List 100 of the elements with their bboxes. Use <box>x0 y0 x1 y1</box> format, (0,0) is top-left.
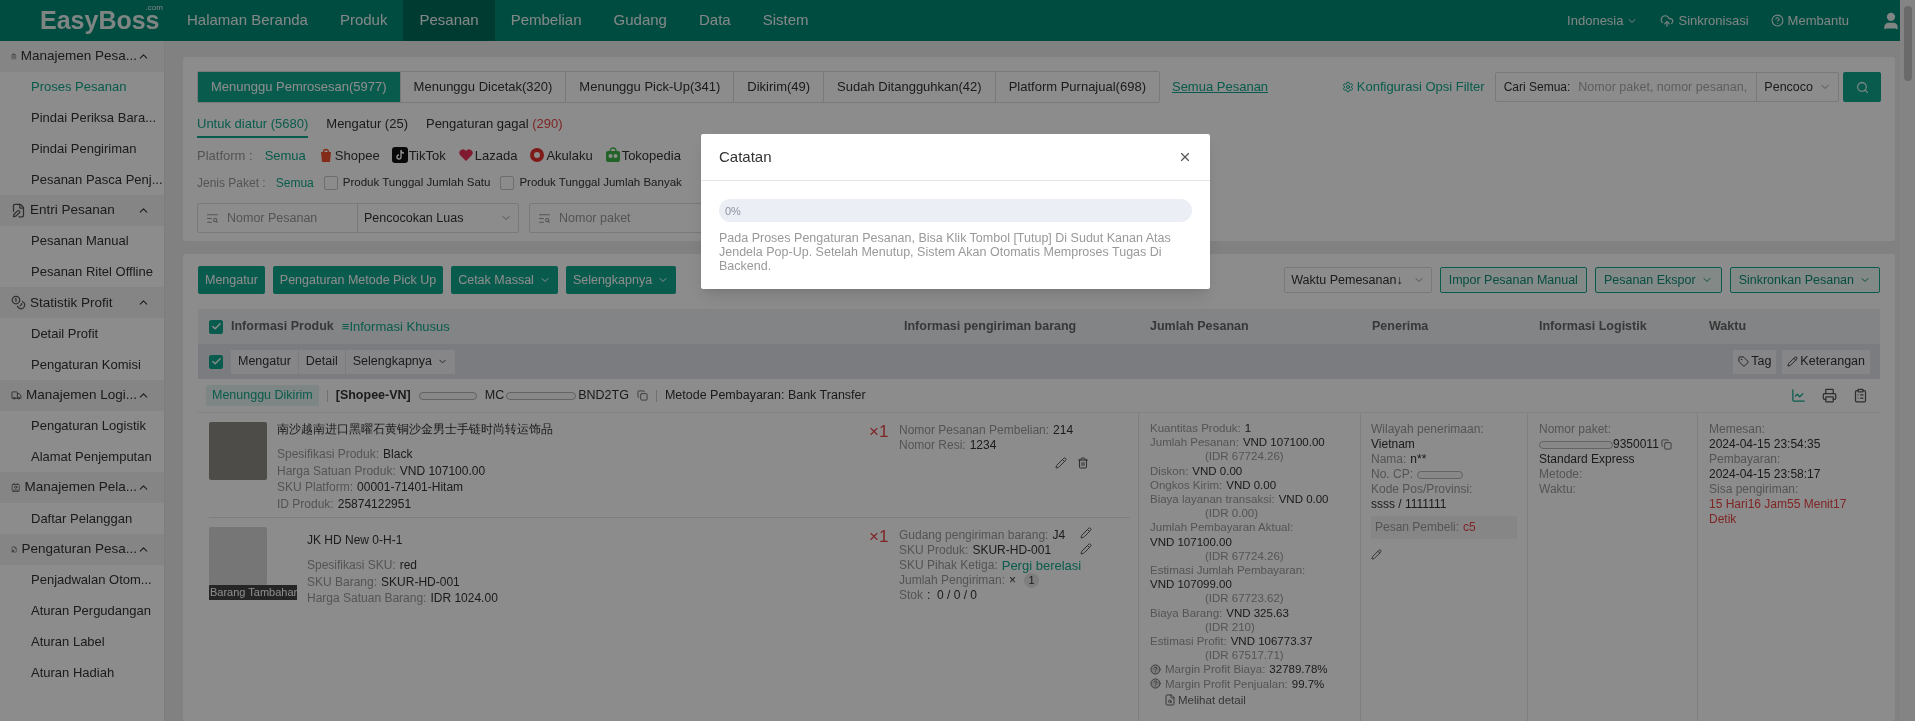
sidebar-group-header[interactable]: Manajemen Pesa... <box>0 41 164 72</box>
order-number-input[interactable]: Nomor Pesanan <box>227 208 357 228</box>
order-number: BND2TG <box>578 387 629 405</box>
field-value: 1 <box>1244 421 1252 436</box>
nav-menu-item[interactable]: Data <box>682 0 747 41</box>
payment-method: Metode Pembayaran: Bank Transfer <box>664 387 866 405</box>
heart-icon <box>457 147 474 164</box>
sku-link[interactable]: Pergi berelasi <box>1001 558 1082 573</box>
list-search-icon <box>538 211 551 225</box>
sub-tab[interactable]: Pengaturan gagal (290) <box>425 114 563 138</box>
sidebar-item[interactable]: Pengaturan Komisi <box>0 348 164 380</box>
field-value: : 0 / 0 / 0 <box>927 588 978 603</box>
sidebar-group-header[interactable]: Manajemen Logi... <box>0 379 164 411</box>
sync-button[interactable]: Sinkronisasi <box>1660 10 1749 31</box>
outline-button[interactable]: Impor Pesanan Manual <box>1439 267 1587 293</box>
status-tab[interactable]: Menunggu Dicetak(320) <box>399 72 566 102</box>
checkbox[interactable] <box>323 176 338 190</box>
field-label: Kuantitas Produk: <box>1150 421 1241 436</box>
order-number-search-box[interactable]: Nomor Pesanan Pencocokan Luas <box>197 203 519 233</box>
note-button[interactable]: Keterangan <box>1782 349 1870 374</box>
status-tab[interactable]: Platform Purnajual(698) <box>994 72 1159 102</box>
edit-icon[interactable] <box>1080 543 1092 555</box>
sidebar-group-header[interactable]: Manajemen Pela... <box>0 472 164 503</box>
bulk-button[interactable]: Detail <box>298 349 345 374</box>
package-option[interactable]: Semua <box>275 174 314 192</box>
platform-option[interactable]: Semua <box>264 145 306 165</box>
edit-icon[interactable] <box>1371 549 1382 560</box>
language-selector[interactable]: Indonesia <box>1567 10 1639 31</box>
sidebar-group-header[interactable]: Pengaturan Pesa... <box>0 533 164 565</box>
count-badge: 1 <box>1024 573 1040 588</box>
field-value: × <box>1009 573 1017 588</box>
status-tab[interactable]: Menunggu Pick-Up(341) <box>565 72 734 102</box>
status-tab[interactable]: Sudah Ditangguhkan(42) <box>823 72 995 102</box>
buyer-message: c5 <box>1463 520 1476 535</box>
edit-icon[interactable] <box>1055 457 1067 469</box>
sub-tab[interactable]: Mengatur (25) <box>326 114 408 138</box>
edit-icon[interactable] <box>1080 527 1092 539</box>
print-icon[interactable] <box>1822 388 1837 403</box>
help-button[interactable]: Membantu <box>1770 10 1849 31</box>
outline-button[interactable]: Sinkronkan Pesanan <box>1729 267 1880 293</box>
sub-tab[interactable]: Untuk diatur (5680) <box>197 114 309 138</box>
help-icon[interactable] <box>1150 678 1161 690</box>
delete-icon[interactable] <box>1077 457 1089 469</box>
nav-menu-item[interactable]: Gudang <box>597 0 683 41</box>
tag-button[interactable]: Tag <box>1733 349 1777 374</box>
platform-option[interactable]: TikTok <box>391 145 446 165</box>
action-button[interactable]: Cetak Massal <box>451 266 558 294</box>
platform-option[interactable]: Akulaku <box>529 145 593 165</box>
field-value: VND 325.63 <box>1226 605 1289 620</box>
nav-menu-item[interactable]: Pesanan <box>403 0 495 41</box>
platform-option[interactable]: Shopee <box>317 145 380 165</box>
user-avatar-icon[interactable] <box>1881 10 1901 31</box>
close-icon[interactable] <box>1178 150 1192 164</box>
copy-icon[interactable] <box>1660 439 1672 450</box>
match-select[interactable]: Pencocokan Luas <box>357 204 518 232</box>
search-label: Cari Semua: <box>1502 79 1572 96</box>
copy-icon[interactable] <box>636 390 648 401</box>
outline-button[interactable]: Pesanan Ekspor <box>1594 267 1722 293</box>
tag-icon <box>1738 356 1750 367</box>
action-button[interactable]: Mengatur <box>198 266 265 294</box>
sidebar-item[interactable]: Pesanan Pasca Penj... <box>0 164 164 195</box>
field-label: Memesan: <box>1709 422 1767 437</box>
sidebar-group-header[interactable]: Statistik Profit <box>0 287 164 319</box>
sidebar-group-header[interactable]: Entri Pesanan <box>0 195 164 226</box>
sidebar-item[interactable]: Aturan Label <box>0 626 164 657</box>
bulk-button[interactable]: Selengkapnya <box>345 349 455 374</box>
search-button[interactable] <box>1843 72 1881 102</box>
quantity: ×1 <box>869 422 890 443</box>
converted-amount: (IDR 67723.62) <box>1204 591 1285 606</box>
sidebar-item[interactable]: Detail Profit <box>0 318 164 349</box>
field-value: VND 0.00 <box>1278 492 1329 507</box>
select-all-checkbox[interactable] <box>209 319 223 334</box>
converted-amount: (IDR 67724.26) <box>1204 548 1285 564</box>
platform-option[interactable]: Lazada <box>457 145 518 165</box>
order-checkbox[interactable] <box>209 354 223 369</box>
remaining-time: 15 Hari16 Jam55 Menit17 Detik <box>1709 497 1848 527</box>
status-tab[interactable]: Menunggu Pemrosesan(5977) <box>198 72 400 102</box>
filter-config-button[interactable]: Konfigurasi Opsi Filter <box>1341 77 1485 97</box>
nav-menu-item[interactable]: Halaman Beranda <box>171 0 324 41</box>
checkbox[interactable] <box>500 176 515 190</box>
sort-select[interactable]: Waktu Pemesanan↓ <box>1284 267 1432 293</box>
platform-option[interactable]: Tokopedia <box>604 145 681 165</box>
field-value: 25874122951 <box>337 495 412 512</box>
help-icon[interactable] <box>1150 664 1161 676</box>
view-detail-link[interactable]: Melihat detail <box>1164 692 1246 708</box>
match-select[interactable]: Pencoco <box>1756 73 1838 101</box>
action-button[interactable]: Pengaturan Metode Pick Up <box>272 266 444 294</box>
field-label: Nomor Resi: <box>899 438 966 453</box>
bulk-button[interactable]: Mengatur <box>231 349 298 374</box>
field-value: VND 106773.37 <box>1230 634 1313 649</box>
sidebar-item[interactable]: Aturan Hadiah <box>0 656 164 688</box>
sidebar-item[interactable]: Aturan Pergudangan <box>0 595 164 627</box>
action-button[interactable]: Selengkapnya <box>565 266 677 294</box>
nav-menu-item[interactable]: Sistem <box>746 0 825 41</box>
sidebar-item[interactable]: Pindai Periksa Bara... <box>0 102 164 134</box>
help-icon <box>1770 14 1784 27</box>
chart-icon[interactable] <box>1791 388 1806 403</box>
field-label: SKU Platform: <box>277 479 354 496</box>
status-tab[interactable]: Dikirim(49) <box>733 72 824 102</box>
sidebar-item[interactable]: Pindai Pengiriman <box>0 133 164 165</box>
